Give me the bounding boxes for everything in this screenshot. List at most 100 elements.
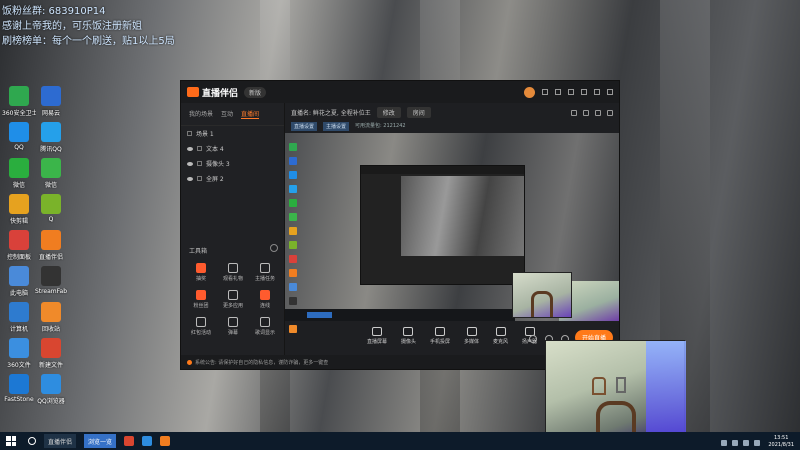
layout-icon[interactable] — [583, 109, 589, 116]
scene-item[interactable]: 摄像头 3 — [181, 156, 284, 171]
toolbox-item-label: 抽奖 — [195, 276, 206, 282]
notification-icon[interactable] — [595, 109, 601, 116]
taskbar-app-icon[interactable] — [142, 436, 153, 446]
app-icon — [9, 86, 29, 106]
taskbar-clock[interactable]: 13:51 2021/8/31 — [768, 435, 794, 449]
source-button[interactable]: 多媒体 — [464, 327, 479, 345]
scene-item[interactable]: 文本 4 — [181, 141, 284, 156]
taskbar-app-icon[interactable] — [160, 436, 171, 446]
lock-icon[interactable] — [197, 176, 202, 181]
settings-icon[interactable] — [607, 109, 613, 116]
toolbox-item[interactable]: 更多应用 — [217, 290, 249, 309]
taskbar-app-icon[interactable] — [124, 436, 135, 446]
eye-icon[interactable] — [187, 161, 193, 166]
app-icon — [41, 122, 61, 142]
user-avatar[interactable] — [524, 86, 535, 98]
toolbox-item[interactable]: 弹幕 — [217, 317, 249, 336]
search-icon[interactable] — [28, 437, 36, 445]
desktop-icon-label: 微信 — [44, 182, 57, 189]
desktop-icon[interactable]: 360文件 — [2, 338, 36, 369]
desktop-icon-label: QQ — [14, 144, 24, 151]
edit-button[interactable]: 修改 — [376, 107, 401, 118]
toolbox-item[interactable]: 粉丝团 — [185, 290, 217, 309]
minimize-icon[interactable] — [581, 89, 587, 95]
source-button-label: 手机投屏 — [429, 339, 450, 345]
scene-item-label: 摄像头 3 — [206, 161, 230, 168]
tab-my-scenes[interactable]: 我的场景 — [189, 109, 213, 119]
source-button[interactable]: 麦克风 — [493, 327, 508, 345]
source-button[interactable]: 直播屏幕 — [367, 327, 387, 345]
close-icon[interactable] — [607, 89, 613, 95]
eye-icon[interactable] — [187, 146, 193, 151]
share-icon[interactable] — [571, 109, 577, 116]
app-icon — [41, 302, 61, 322]
toolbox-item[interactable]: 主播任务 — [249, 263, 281, 282]
toolbox-item[interactable]: 观看礼物 — [217, 263, 249, 282]
scene-header[interactable]: 场景 1 — [181, 126, 284, 141]
tab-live-room[interactable]: 直播间 — [241, 109, 260, 119]
stream-settings-tag[interactable]: 直播设置 — [291, 122, 318, 131]
toolbox-item[interactable]: 连线 — [249, 290, 281, 309]
desktop-icon[interactable]: QQ — [2, 122, 36, 151]
desktop-icon[interactable]: QQ浏览器 — [34, 374, 68, 405]
settings-icon[interactable] — [542, 89, 548, 95]
room-button[interactable]: 房间 — [406, 107, 431, 118]
app-titlebar: 直播伴侣 新版 — [181, 81, 619, 103]
desktop-icon-label: 计算机 — [9, 326, 28, 333]
windows-taskbar: 直播伴侣 浏览一览 13:51 2021/8/31 — [0, 432, 800, 450]
tray-icon[interactable] — [743, 440, 749, 446]
desktop-icon[interactable]: 网易云 — [34, 86, 68, 117]
desktop-icon[interactable]: 微信 — [34, 158, 68, 189]
overlay-line-2: 感谢上帝我的，可乐饭注册新姐 — [2, 21, 142, 32]
desktop-icon[interactable]: 快剪辑 — [2, 194, 36, 225]
tool-icon — [196, 263, 206, 273]
taskbar-app-browser[interactable]: 浏览一览 — [84, 434, 117, 448]
desktop-icon[interactable]: 回收站 — [34, 302, 68, 333]
maximize-icon[interactable] — [594, 89, 600, 95]
desktop-icon[interactable]: FastStone — [2, 374, 36, 403]
host-settings-tag[interactable]: 主播设置 — [323, 122, 350, 131]
desktop-icon-label: 微信 — [12, 182, 25, 189]
desktop-icon[interactable]: 微信 — [2, 158, 36, 189]
chair-shape — [592, 377, 606, 395]
source-button[interactable]: 摄像头 — [401, 327, 416, 345]
message-icon[interactable] — [555, 89, 561, 95]
menu-icon[interactable] — [568, 89, 574, 95]
desktop-icon[interactable]: 腾讯QQ — [34, 122, 68, 153]
preview-taskbar — [285, 309, 515, 321]
desktop-icon[interactable]: 360安全卫士 — [2, 86, 36, 117]
app-icon — [9, 374, 29, 394]
desktop-icon[interactable]: 新建文件 — [34, 338, 68, 369]
source-button-label: 多媒体 — [464, 339, 480, 345]
toolbox-item[interactable]: 红包活动 — [185, 317, 217, 336]
checkbox-icon[interactable] — [187, 131, 192, 136]
scene-item[interactable]: 全屏 2 — [181, 171, 284, 186]
help-icon[interactable] — [270, 244, 278, 252]
volume-icon[interactable] — [754, 440, 760, 446]
lock-icon[interactable] — [197, 161, 202, 166]
lock-icon[interactable] — [197, 146, 202, 151]
source-button[interactable]: 手机投屏 — [430, 327, 450, 345]
taskbar-app-streaming[interactable]: 直播伴侣 — [44, 434, 77, 448]
start-icon[interactable] — [6, 436, 16, 446]
tab-interaction[interactable]: 互动 — [221, 109, 233, 119]
desktop-icon[interactable]: StreamFab — [34, 266, 68, 295]
toolbox-item-label: 粉丝团 — [193, 303, 209, 309]
tool-icon — [196, 290, 206, 300]
camera-toggle-icon[interactable] — [529, 335, 537, 343]
desktop-icon[interactable]: 控制面板 — [2, 230, 36, 261]
desktop-icon[interactable]: 此电脑 — [2, 266, 36, 297]
desktop-icon[interactable]: Q — [34, 194, 68, 223]
tray-icon[interactable] — [732, 440, 738, 446]
toolbox-item[interactable]: 歌词显示 — [249, 317, 281, 336]
version-badge[interactable]: 新版 — [244, 86, 267, 98]
scene-item-label: 文本 4 — [206, 146, 224, 153]
desktop-icon[interactable]: 计算机 — [2, 302, 36, 333]
desktop-icon[interactable]: 直播伴侣 — [34, 230, 68, 261]
toolbox-item[interactable]: 抽奖 — [185, 263, 217, 282]
eye-icon[interactable] — [187, 176, 193, 181]
tray-icon[interactable] — [721, 440, 727, 446]
stream-title: 直播名: 鲜花之夏, 全程补位王 — [291, 110, 371, 117]
desktop-icon-label: 此电脑 — [9, 290, 28, 297]
small-camera-window[interactable] — [512, 272, 572, 318]
